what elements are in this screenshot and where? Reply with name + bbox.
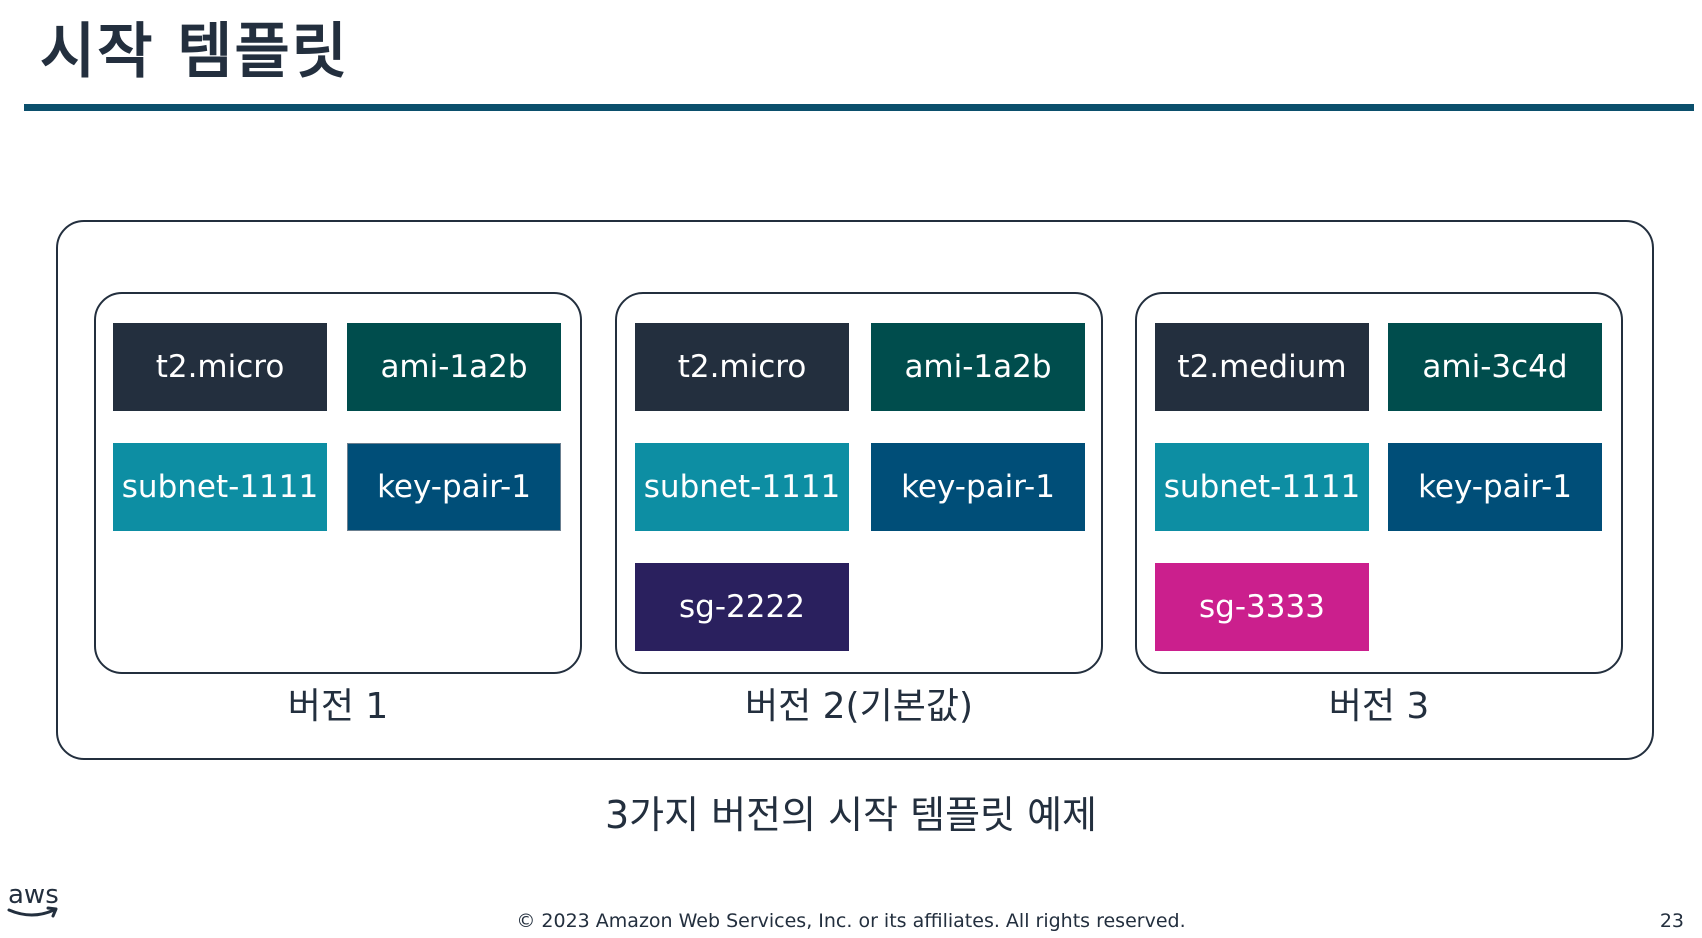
version-1-label: 버전 1 [287, 686, 389, 727]
version-1-instance-type-tile: t2.micro [113, 323, 327, 411]
version-3-instance-type-tile: t2.medium [1155, 323, 1369, 411]
version-2-security-group-tile: sg-2222 [635, 563, 849, 651]
version-1-subnet-tile: subnet-1111 [113, 443, 327, 531]
version-2-ami-tile: ami-1a2b [871, 323, 1085, 411]
version-2-instance-type-tile: t2.micro [635, 323, 849, 411]
version-1-ami-tile: ami-1a2b [347, 323, 561, 411]
version-3-key-pair-tile: key-pair-1 [1388, 443, 1602, 531]
version-3-security-group-tile: sg-3333 [1155, 563, 1369, 651]
version-2-label: 버전 2(기본값) [744, 686, 974, 727]
version-2-subnet-tile: subnet-1111 [635, 443, 849, 531]
version-2-key-pair-tile: key-pair-1 [871, 443, 1085, 531]
title-divider [24, 104, 1694, 111]
slide-title: 시작 템플릿 [40, 17, 349, 87]
version-1-key-pair-tile: key-pair-1 [347, 443, 561, 531]
version-3-ami-tile: ami-3c4d [1388, 323, 1602, 411]
version-3-subnet-tile: subnet-1111 [1155, 443, 1369, 531]
version-3-label: 버전 3 [1328, 686, 1430, 727]
copyright-notice: © 2023 Amazon Web Services, Inc. or its … [516, 910, 1186, 932]
page-number: 23 [1659, 910, 1684, 932]
figure-caption: 3가지 버전의 시작 템플릿 예제 [604, 793, 1097, 837]
